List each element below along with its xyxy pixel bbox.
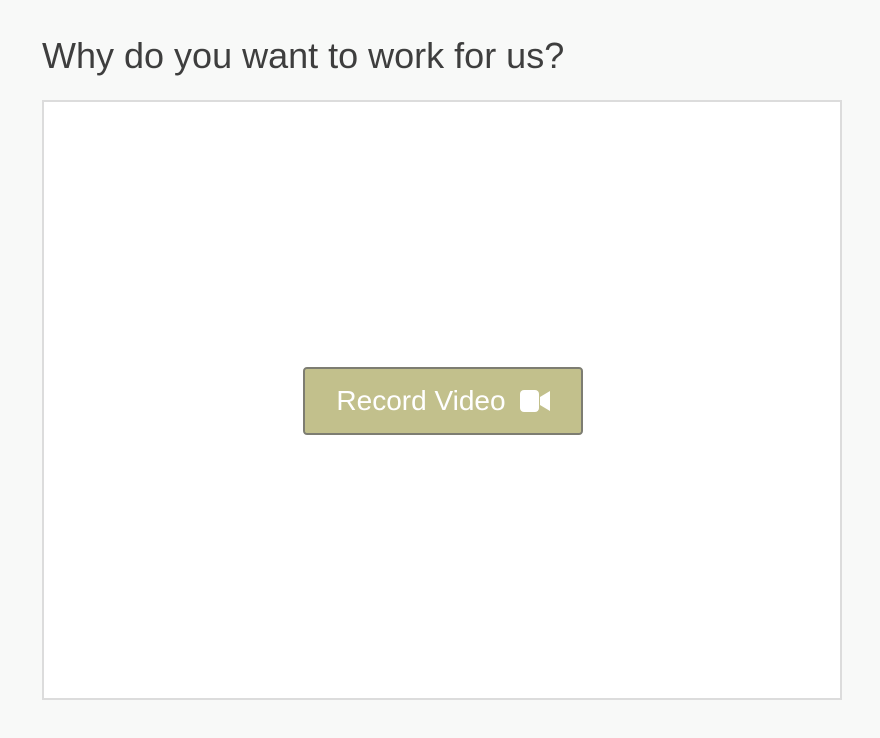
video-recorder-panel: Record Video <box>42 100 842 700</box>
video-camera-icon <box>519 390 550 412</box>
record-video-button[interactable]: Record Video <box>303 367 583 435</box>
record-video-label: Record Video <box>336 385 506 416</box>
question-prompt: Why do you want to work for us? <box>42 35 565 76</box>
